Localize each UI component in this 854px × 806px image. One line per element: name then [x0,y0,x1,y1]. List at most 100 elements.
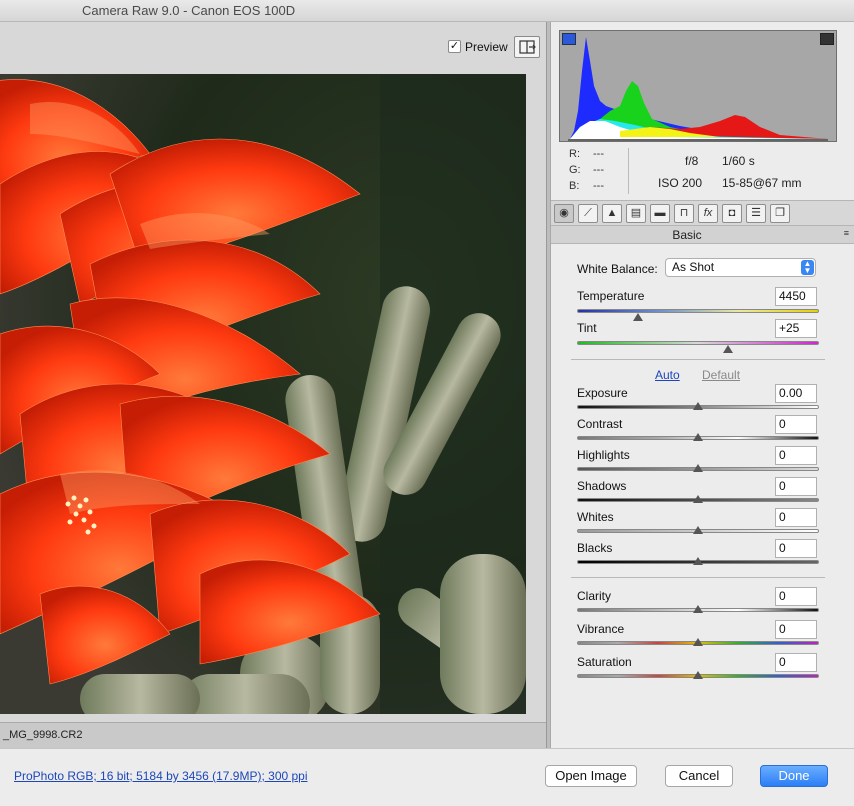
temperature-input[interactable]: 4450 [775,287,817,306]
section-divider [571,577,825,578]
default-link[interactable]: Default [702,368,740,382]
b-label: B: [569,180,580,192]
lens-value: 15-85@67 mm [722,176,802,190]
camera-calibration-icon: ◘ [728,207,736,219]
preview-pane: ✓ Preview _MG_9998.CR2 [0,22,546,748]
image-preview[interactable] [0,74,526,714]
highlights-label: Highlights [577,448,630,462]
tab-detail[interactable]: ▲ [602,204,622,223]
section-divider [571,359,825,360]
iso-value: ISO 200 [658,176,703,190]
vibrance-input[interactable]: 0 [775,620,817,639]
hsl-icon: ▤ [630,207,642,219]
blacks-input[interactable]: 0 [775,539,817,558]
tab-lens-corrections[interactable]: ⊓ [674,204,694,223]
contrast-label: Contrast [577,417,623,431]
shadows-thumb[interactable] [693,495,703,503]
effects-icon: fx [703,207,713,219]
tab-split-toning[interactable]: ▬ [650,204,670,223]
open-image-button[interactable]: Open Image [545,765,637,787]
title-bar: Camera Raw 9.0 - Canon EOS 100D [0,0,854,22]
detail-icon: ▲ [606,207,618,219]
cactus-flower-photo [0,74,526,714]
highlights-input[interactable]: 0 [775,446,817,465]
white-balance-value: As Shot [672,260,715,274]
tint-slider[interactable] [577,341,819,345]
whites-label: Whites [577,510,614,524]
preview-label[interactable]: Preview [465,40,508,54]
tab-hsl[interactable]: ▤ [626,204,646,223]
auto-link[interactable]: Auto [655,368,680,382]
bottom-bar: ProPhoto RGB; 16 bit; 5184 by 3456 (17.9… [0,748,854,806]
presets-icon: ☰ [751,207,761,219]
readout-divider [628,148,629,194]
toggle-view-button[interactable] [514,36,540,58]
tab-tone-curve[interactable]: ⟋ [578,204,598,223]
contrast-input[interactable]: 0 [775,415,817,434]
r-value: --- [593,148,604,160]
tab-snapshots[interactable]: ❐ [770,204,790,223]
compare-view-icon [519,40,536,54]
tint-thumb[interactable] [723,345,734,353]
tone-curve-icon: ⟋ [584,207,592,219]
g-label: G: [569,164,581,176]
panel-header: Basic ≡ [551,226,854,244]
chevron-updown-icon: ▲ ▼ [801,260,814,275]
contrast-thumb[interactable] [693,433,703,441]
tab-presets[interactable]: ☰ [746,204,766,223]
vibrance-thumb[interactable] [693,638,703,646]
b-value: --- [593,180,604,192]
whites-thumb[interactable] [693,526,703,534]
aperture-icon: ◉ [559,207,569,219]
highlight-clipping-warning-icon[interactable] [820,33,834,45]
temperature-slider[interactable] [577,309,819,313]
adjustments-pane: R: --- G: --- B: --- f/8 1/60 s ISO 200 … [550,22,854,748]
lens-corrections-icon: ⊓ [679,207,689,219]
panel-tabs: ◉ ⟋ ▲ ▤ ▬ ⊓ fx ◘ ☰ ❐ [551,200,854,226]
temperature-thumb[interactable] [632,313,643,321]
filename-bar: _MG_9998.CR2 [0,722,546,748]
workflow-options-link[interactable]: ProPhoto RGB; 16 bit; 5184 by 3456 (17.9… [14,769,308,783]
saturation-label: Saturation [577,655,632,669]
clarity-thumb[interactable] [693,605,703,613]
snapshots-icon: ❐ [775,207,785,219]
clarity-label: Clarity [577,589,612,603]
highlights-thumb[interactable] [693,464,703,472]
aperture-value: f/8 [685,154,699,168]
clarity-input[interactable]: 0 [775,587,817,606]
white-balance-select[interactable]: As Shot ▲ ▼ [665,258,816,277]
exposure-label: Exposure [577,386,628,400]
shutter-value: 1/60 s [722,154,755,168]
white-balance-label: White Balance: [577,262,658,276]
split-toning-icon: ▬ [654,207,666,219]
exposure-thumb[interactable] [693,402,703,410]
preview-checkbox[interactable]: ✓ [448,40,461,53]
tab-basic[interactable]: ◉ [554,204,574,223]
vibrance-label: Vibrance [577,622,625,636]
preview-toolbar: ✓ Preview [0,34,542,62]
histogram-graph [568,37,828,141]
exposure-input[interactable]: 0.00 [775,384,817,403]
whites-input[interactable]: 0 [775,508,817,527]
panel-title: Basic [672,228,702,242]
temperature-label: Temperature [577,289,645,303]
shadows-input[interactable]: 0 [775,477,817,496]
saturation-input[interactable]: 0 [775,653,817,672]
g-value: --- [593,164,604,176]
tint-label: Tint [577,321,597,335]
blacks-label: Blacks [577,541,613,555]
done-button[interactable]: Done [760,765,828,787]
window-title: Camera Raw 9.0 - Canon EOS 100D [82,3,296,18]
panel-menu-icon[interactable]: ≡ [844,228,849,238]
blacks-thumb[interactable] [693,557,703,565]
tab-camera-calibration[interactable]: ◘ [722,204,742,223]
shadow-clipping-warning-icon[interactable] [562,33,576,45]
r-label: R: [569,148,580,160]
cancel-button[interactable]: Cancel [665,765,733,787]
tint-input[interactable]: +25 [775,319,817,338]
tab-effects[interactable]: fx [698,204,718,223]
info-readout: R: --- G: --- B: --- f/8 1/60 s ISO 200 … [559,146,837,196]
filename-label: _MG_9998.CR2 [3,729,83,741]
saturation-thumb[interactable] [693,671,703,679]
histogram [559,30,837,142]
